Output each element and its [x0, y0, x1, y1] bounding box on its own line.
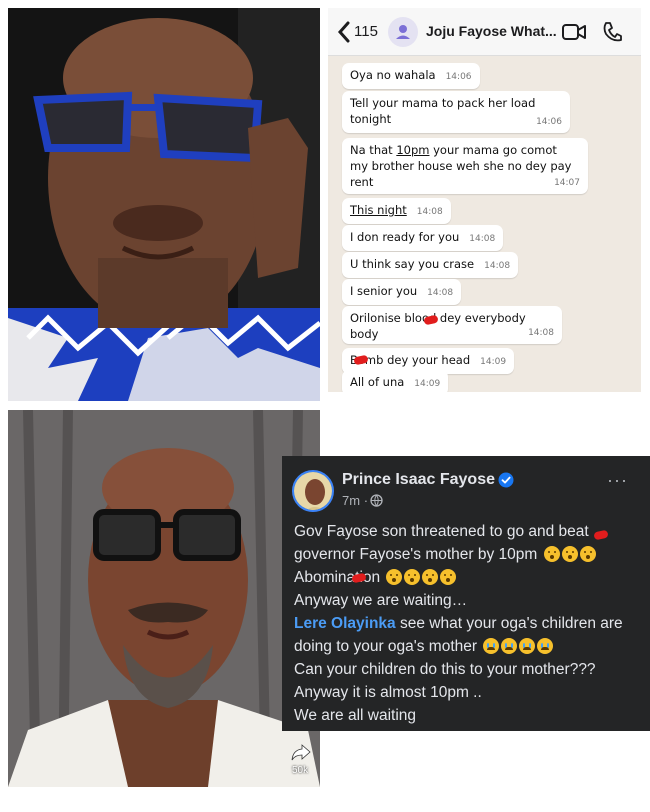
shocked-emoji-icon	[422, 569, 439, 585]
post-line: governor Fayose's mother by 10pm	[294, 543, 644, 566]
mention-link[interactable]: Lere Olayinka	[294, 615, 396, 632]
crying-emoji-icon	[501, 638, 518, 654]
video-still-man[interactable]	[8, 410, 320, 787]
view-count: 50k	[292, 765, 309, 776]
meta-separator: ·	[363, 493, 369, 508]
contact-name[interactable]: Joju Fayose What...	[426, 23, 557, 39]
shocked-emoji-icon	[561, 546, 578, 562]
message-text: I don ready for you	[350, 230, 460, 244]
message-time: 14:08	[416, 207, 443, 217]
message-bubble[interactable]: Tell your mama to pack her load tonight …	[342, 91, 570, 133]
video-still-illustration	[8, 410, 320, 787]
message-time: 14:09	[480, 357, 507, 367]
message-time: 14:06	[445, 72, 472, 82]
post-text: Can your children do this to your mother…	[294, 661, 596, 678]
message-text: my brother house weh she no dey pay	[350, 159, 572, 173]
back-count[interactable]: 115	[354, 23, 378, 40]
portrait-illustration	[8, 8, 320, 401]
author-name[interactable]: Prince Isaac Fayose	[342, 471, 495, 489]
message-bubble[interactable]: Na that 10pm your mama go comot my broth…	[342, 138, 588, 194]
globe-icon	[370, 494, 383, 507]
shocked-emoji-icon	[543, 546, 560, 562]
shocked-emoji-icon	[386, 569, 403, 585]
post-line: Anyway we are waiting…	[294, 589, 644, 612]
shocked-emoji-icon	[404, 569, 421, 585]
crying-emoji-icon	[537, 638, 554, 654]
post-meta: 7m ·	[342, 493, 368, 508]
crying-emoji-icon	[483, 638, 500, 654]
post-line: Gov Fayose son threatened to go and beat	[294, 520, 644, 543]
message-text: Na that	[350, 143, 397, 157]
message-time: 14:08	[427, 288, 454, 298]
message-text: Oya no wahala	[350, 68, 436, 82]
post-text: Anyway it is almost 10pm ..	[294, 684, 482, 701]
crying-emoji-icon	[519, 638, 536, 654]
message-time: 14:08	[469, 234, 496, 244]
message-link[interactable]: 10pm	[396, 143, 429, 157]
post-time[interactable]: 7m	[342, 493, 360, 508]
message-text: I senior you	[350, 284, 418, 298]
message-bubble[interactable]: All of una 14:09	[342, 370, 449, 392]
post-line: Lere Olayinka see what your oga's childr…	[294, 612, 644, 635]
message-text: Tell your mama to pack her load	[350, 96, 536, 110]
message-bubble[interactable]: This night 14:08	[342, 198, 451, 224]
shocked-emoji-icon	[440, 569, 457, 585]
share-icon[interactable]	[290, 742, 312, 762]
phone-call-icon[interactable]	[602, 21, 622, 43]
facebook-post-screenshot: Prince Isaac Fayose 7m · ··· Gov Fayose …	[282, 456, 650, 731]
whatsapp-chat-screenshot: 115 Joju Fayose What... Oya no wahala 14:…	[328, 8, 641, 392]
post-text: governor Fayose's mother by 10pm	[294, 546, 538, 563]
message-time: 14:06	[536, 117, 562, 127]
message-bubble[interactable]: Oya no wahala 14:06	[342, 63, 480, 89]
message-text: All of una	[350, 375, 405, 389]
avatar-illustration	[294, 472, 332, 510]
post-line: Abomination	[294, 566, 644, 589]
person-icon	[396, 25, 410, 39]
post-line: We are all waiting	[294, 704, 644, 727]
post-body: Gov Fayose son threatened to go and beat…	[294, 520, 644, 727]
post-text: Anyway we are waiting…	[294, 592, 468, 609]
post-line: Anyway it is almost 10pm ..	[294, 681, 644, 704]
message-time: 14:08	[528, 328, 554, 338]
chevron-left-icon[interactable]	[334, 18, 354, 46]
message-bubble[interactable]: I don ready for you 14:08	[342, 225, 504, 251]
author-avatar[interactable]	[292, 470, 334, 512]
message-text: This night	[350, 203, 407, 217]
contact-avatar[interactable]	[388, 17, 418, 47]
message-time: 14:07	[554, 178, 580, 188]
post-text: Abomination	[294, 569, 381, 586]
video-call-icon[interactable]	[562, 22, 586, 42]
post-line: doing to your oga's mother	[294, 635, 644, 658]
post-text: We are all waiting	[294, 707, 417, 724]
shocked-emoji-icon	[579, 546, 596, 562]
message-bubble[interactable]: U think say you crase 14:08	[342, 252, 519, 278]
chat-header: 115 Joju Fayose What...	[328, 8, 641, 56]
post-text: doing to your oga's mother	[294, 638, 478, 655]
post-line: Can your children do this to your mother…	[294, 658, 644, 681]
post-text: see what your oga's children are	[395, 615, 623, 632]
message-text: rent	[350, 175, 374, 189]
message-text: your mama go comot	[429, 143, 557, 157]
message-text: Orilonise blood dey everybody body	[350, 311, 526, 341]
message-bubble[interactable]: I senior you 14:08	[342, 279, 462, 305]
message-time: 14:08	[484, 261, 511, 271]
message-text: tonight	[350, 112, 392, 126]
message-bubble[interactable]: Orilonise blood dey everybody body 14:08	[342, 306, 562, 344]
post-text: Gov Fayose son threatened to go and beat	[294, 523, 589, 540]
more-options-button[interactable]: ···	[607, 470, 628, 491]
photo-man-glasses	[8, 8, 320, 401]
message-time: 14:09	[414, 379, 441, 389]
message-text: U think say you crase	[350, 257, 475, 271]
verified-badge-icon	[498, 472, 514, 488]
